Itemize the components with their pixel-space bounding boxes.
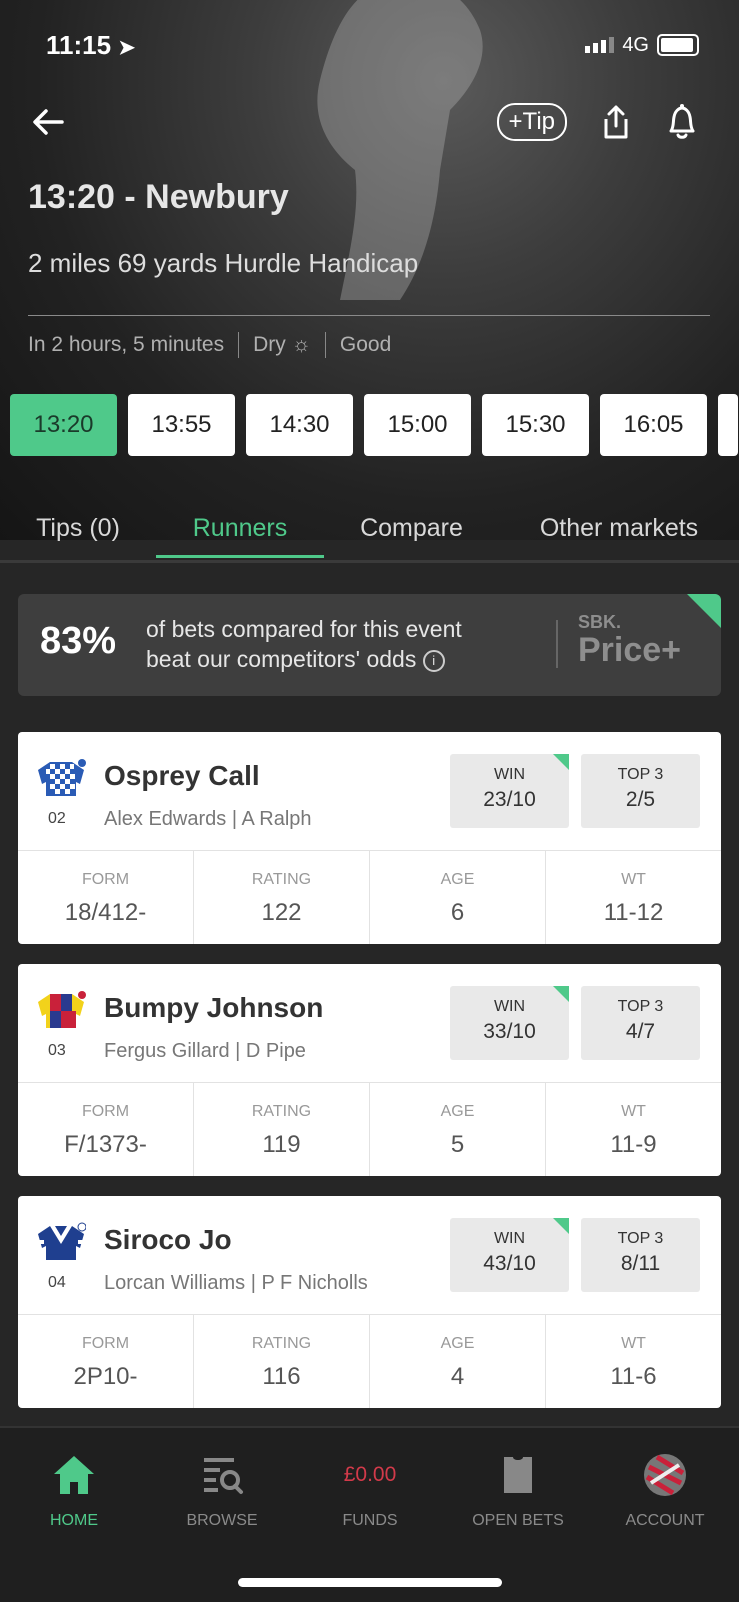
win-odds-button[interactable]: WIN 33/10 (450, 986, 569, 1060)
weather: Dry ☼ (253, 333, 311, 356)
top-navigation: +Tip (30, 100, 699, 144)
going: Good (339, 333, 392, 356)
jockey-trainer: Fergus Gillard | D Pipe (104, 1040, 306, 1062)
divider (238, 332, 240, 358)
nav-open-bets[interactable]: OPEN BETS (444, 1452, 592, 1530)
stat-weight: WT 11-6 (610, 1335, 657, 1390)
tab-runners[interactable]: Runners (156, 498, 324, 558)
corner-flag (687, 594, 721, 628)
jockey-trainer: Alex Edwards | A Ralph (104, 808, 312, 830)
stat-weight: WT 11-12 (603, 871, 664, 926)
stat-rating: RATING 116 (194, 1315, 370, 1408)
tab-tips[interactable]: Tips (0) (0, 498, 156, 558)
share-icon[interactable] (601, 104, 631, 140)
sun-icon: ☼ (291, 333, 311, 356)
runner-number: 03 (48, 1042, 66, 1059)
funds-balance: £0.00 (343, 1463, 397, 1486)
race-time-button-more[interactable] (718, 394, 738, 456)
race-time-selector: 13:20 13:55 14:30 15:00 15:30 16:05 (10, 394, 739, 456)
stat-form: FORM 2P10- (18, 1315, 194, 1408)
back-arrow-icon[interactable] (30, 104, 66, 140)
runner-card[interactable]: 04 Siroco Jo Lorcan Williams | P F Nicho… (18, 1196, 721, 1408)
runner-name: Siroco Jo (104, 1224, 232, 1255)
runner-card[interactable]: 03 Bumpy Johnson Fergus Gillard | D Pipe… (18, 964, 721, 1176)
race-time-button[interactable]: 15:00 (364, 394, 471, 456)
signal-icon (585, 37, 615, 53)
stat-age: AGE 4 (370, 1315, 546, 1408)
win-odds-button[interactable]: WIN 43/10 (450, 1218, 569, 1292)
promo-percent: 83% (40, 620, 117, 662)
browse-icon (204, 1458, 243, 1494)
price-plus-flag (553, 754, 569, 770)
runner-name: Osprey Call (104, 760, 260, 791)
race-time-button[interactable]: 14:30 (246, 394, 353, 456)
divider (556, 620, 558, 668)
runner-stats: FORM 18/412- RATING 122 AGE 6 WT 11-12 (18, 850, 721, 944)
battery-icon (657, 34, 699, 56)
race-time-button[interactable]: 15:30 (482, 394, 589, 456)
avatar (644, 1454, 686, 1496)
bell-icon[interactable] (665, 103, 699, 141)
jockey-silks-icon (38, 1222, 86, 1260)
home-indicator (238, 1578, 502, 1587)
stat-form: FORM 18/412- (18, 851, 194, 944)
runner-card[interactable]: 02 Osprey Call Alex Edwards | A Ralph WI… (18, 732, 721, 944)
runner-name: Bumpy Johnson (104, 992, 324, 1023)
network-type: 4G (622, 33, 649, 56)
nav-browse[interactable]: BROWSE (148, 1452, 296, 1530)
tab-compare[interactable]: Compare (324, 498, 499, 558)
add-tip-button[interactable]: +Tip (496, 103, 567, 141)
countdown: In 2 hours, 5 minutes (28, 333, 225, 356)
stat-age: AGE 6 (370, 851, 546, 944)
tab-bar: Tips (0) Runners Compare Other markets (0, 498, 739, 563)
runner-number: 04 (48, 1274, 66, 1291)
stat-form: FORM F/1373- (18, 1083, 194, 1176)
stat-age: AGE 5 (370, 1083, 546, 1176)
race-time-button[interactable]: 16:05 (600, 394, 707, 456)
stat-rating: RATING 122 (194, 851, 370, 944)
divider (324, 332, 326, 358)
race-header: 11:15 ➤ 4G +Tip 13:20 - Newbury 2 miles … (0, 0, 739, 540)
bottom-navigation: HOME BROWSE £0.00 FUNDS OPEN BETS ACCOUN… (0, 1426, 739, 1602)
nav-home[interactable]: HOME (0, 1452, 148, 1530)
race-meta: In 2 hours, 5 minutes Dry ☼ Good (28, 332, 391, 358)
race-subtitle: 2 miles 69 yards Hurdle Handicap (28, 248, 419, 278)
price-plus-flag (553, 1218, 569, 1234)
bet-slip-icon (504, 1457, 532, 1493)
info-icon[interactable]: i (422, 649, 445, 672)
runner-number: 02 (48, 810, 66, 827)
price-plus-banner[interactable]: 83% of bets compared for this event beat… (18, 594, 721, 696)
stat-weight: WT 11-9 (610, 1103, 657, 1158)
home-icon (54, 1456, 94, 1494)
price-plus-flag (553, 986, 569, 1002)
stat-rating: RATING 119 (194, 1083, 370, 1176)
race-time-button[interactable]: 13:55 (128, 394, 235, 456)
top3-odds-button[interactable]: TOP 3 8/11 (581, 1218, 700, 1292)
divider (28, 315, 710, 316)
jockey-silks-icon (38, 759, 86, 796)
promo-text: of bets compared for this event beat our… (146, 616, 462, 672)
jockey-trainer: Lorcan Williams | P F Nicholls (104, 1272, 368, 1294)
top3-odds-button[interactable]: TOP 3 2/5 (581, 754, 700, 828)
race-time-button[interactable]: 13:20 (10, 394, 117, 456)
clock: 11:15 ➤ (46, 29, 136, 60)
nav-funds[interactable]: £0.00 FUNDS (296, 1452, 444, 1530)
top3-odds-button[interactable]: TOP 3 4/7 (581, 986, 700, 1060)
tab-other-markets[interactable]: Other markets (499, 498, 739, 558)
jockey-silks-icon (38, 991, 86, 1028)
race-title: 13:20 - Newbury (28, 178, 289, 216)
nav-account[interactable]: ACCOUNT (591, 1452, 739, 1530)
win-odds-button[interactable]: WIN 23/10 (450, 754, 569, 828)
sbk-price-plus-logo: SBK. Price+ (578, 612, 682, 669)
runner-stats: FORM 2P10- RATING 116 AGE 4 WT 11-6 (18, 1314, 721, 1408)
runner-stats: FORM F/1373- RATING 119 AGE 5 WT 11-9 (18, 1082, 721, 1176)
status-bar: 11:15 ➤ 4G (46, 28, 699, 62)
